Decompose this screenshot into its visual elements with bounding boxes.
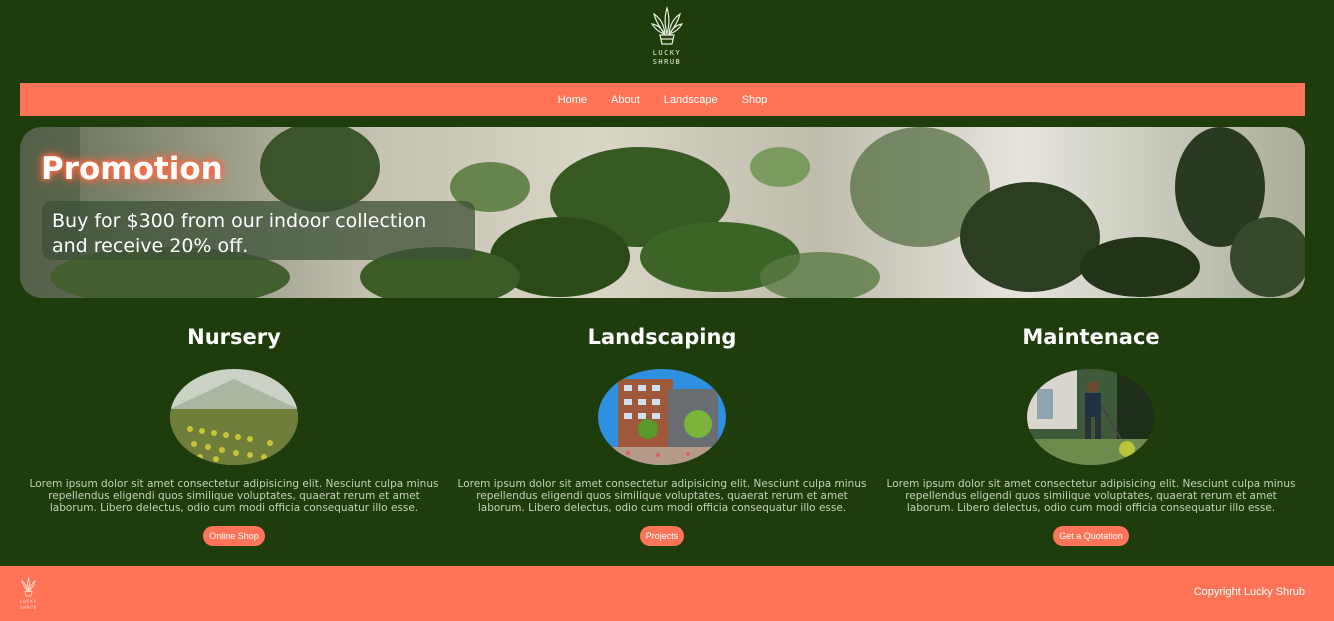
- main-navigation: Home About Landscape Shop: [20, 83, 1305, 116]
- online-shop-button[interactable]: Online Shop: [203, 526, 265, 546]
- shrub-logo-icon: [650, 5, 684, 45]
- service-text-nursery: Lorem ipsum dolor sit amet consectetur a…: [29, 478, 439, 514]
- footer-logo-line2: SHRUB: [20, 605, 38, 610]
- service-maintenance: Maintenace Lorem ipsum dolor sit amet co…: [881, 325, 1301, 546]
- site-footer: LUCKY SHRUB Copyright Lucky Shrub: [0, 566, 1334, 621]
- copyright-text: Copyright Lucky Shrub: [1193, 586, 1305, 598]
- footer-logo-line1: LUCKY: [20, 599, 38, 604]
- landscaping-image: [598, 369, 726, 465]
- get-quotation-button[interactable]: Get a Quotation: [1053, 526, 1129, 546]
- nav-link-about[interactable]: About: [611, 94, 640, 106]
- service-title-maintenance: Maintenace: [1022, 325, 1160, 349]
- promotion-title: Promotion: [41, 151, 223, 187]
- shrub-logo-icon: [21, 576, 36, 597]
- logo-text-line1: LUCKY: [652, 49, 682, 57]
- service-landscaping: Landscaping Lorem ipsum dolor sit amet c…: [452, 325, 872, 546]
- logo-text-line2: SHRUB: [652, 58, 682, 66]
- promotion-banner: Promotion Buy for $300 from our indoor c…: [20, 127, 1305, 298]
- service-title-nursery: Nursery: [187, 325, 281, 349]
- service-title-landscaping: Landscaping: [587, 325, 737, 349]
- nav-link-landscape[interactable]: Landscape: [664, 94, 718, 106]
- maintenance-image: [1027, 369, 1155, 465]
- service-nursery: Nursery Lorem ipsum dolor sit amet conse…: [24, 325, 444, 546]
- projects-button[interactable]: Projects: [639, 526, 685, 546]
- site-logo[interactable]: LUCKY SHRUB: [0, 4, 1334, 66]
- service-text-maintenance: Lorem ipsum dolor sit amet consectetur a…: [886, 478, 1296, 514]
- nav-link-home[interactable]: Home: [558, 94, 587, 106]
- service-text-landscaping: Lorem ipsum dolor sit amet consectetur a…: [457, 478, 867, 514]
- nursery-image: [170, 369, 298, 465]
- footer-logo[interactable]: LUCKY SHRUB: [20, 576, 37, 610]
- promotion-text: Buy for $300 from our indoor collection …: [42, 201, 475, 260]
- nav-link-shop[interactable]: Shop: [742, 94, 768, 106]
